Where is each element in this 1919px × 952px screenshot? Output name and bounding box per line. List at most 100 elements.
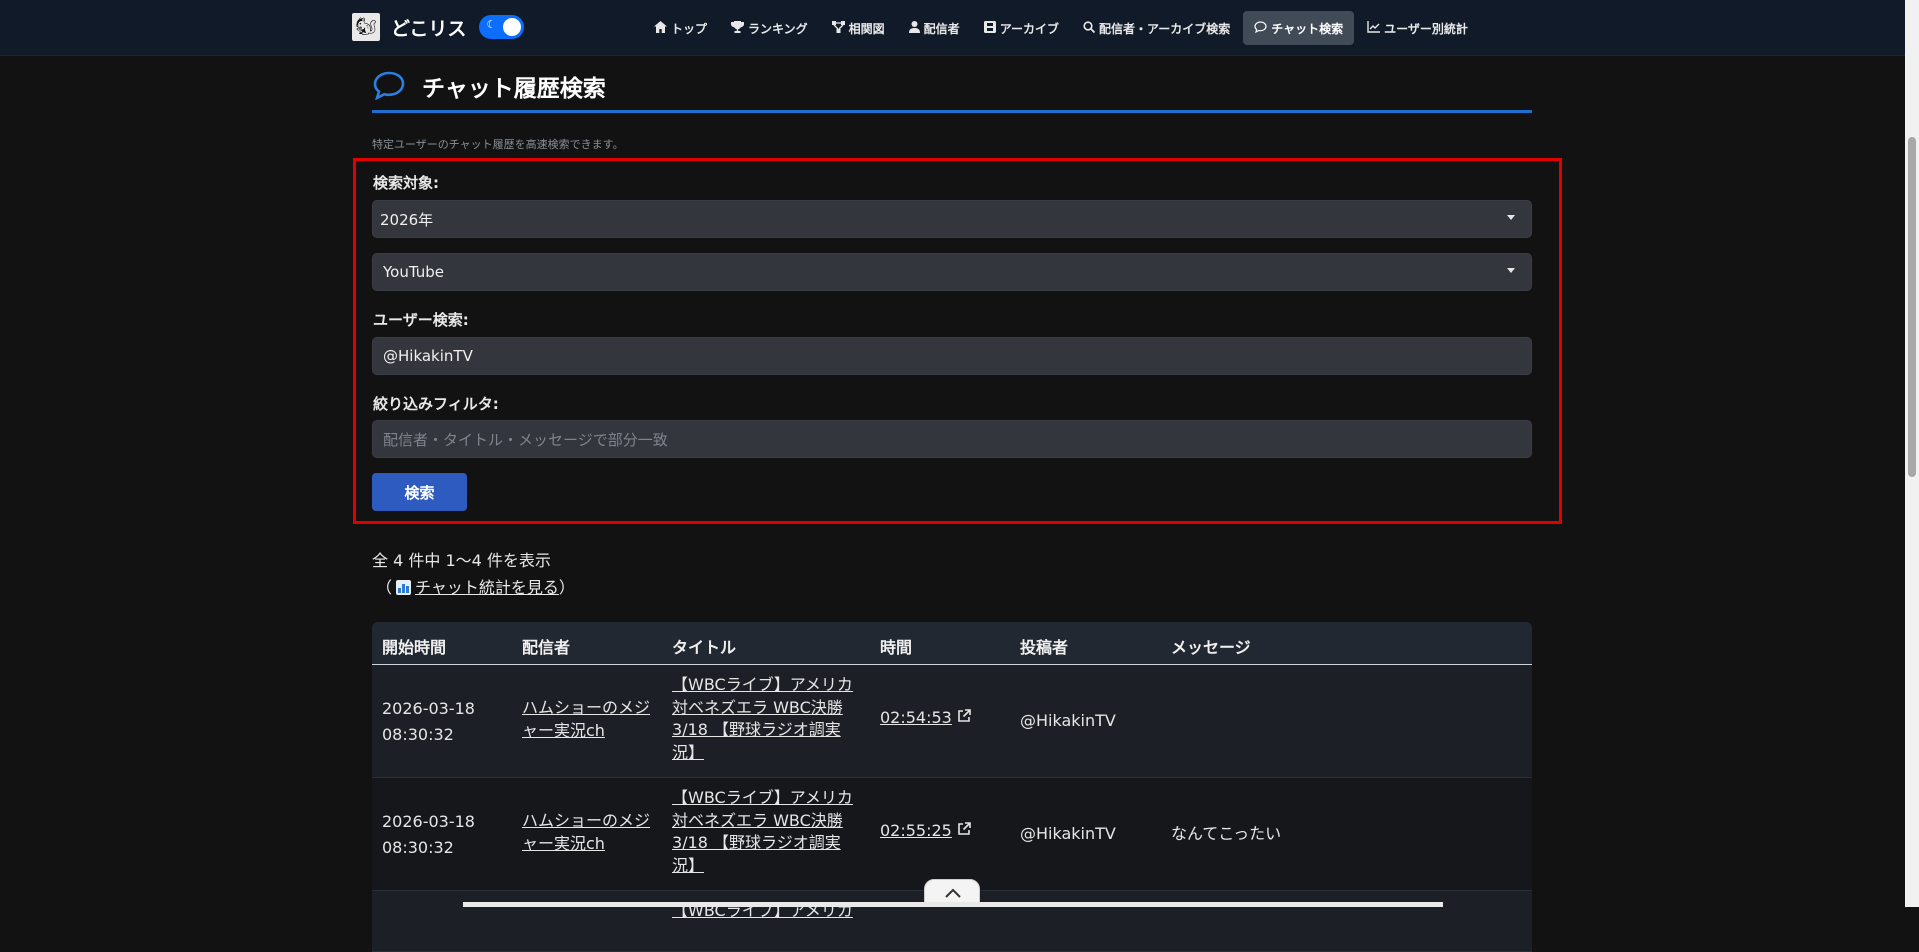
timestamp: 02:55:25 [880,821,952,840]
poster: @HikakinTV [1020,711,1116,730]
nav-item-label: アーカイブ [999,21,1059,36]
brand-name: どこリス [391,17,467,40]
page-title: チャット履歴検索 [422,76,606,102]
title-line: 況】 [672,742,705,762]
chevron-down-icon [1507,215,1515,220]
header-title: タイトル [672,638,737,657]
user-search-label: ユーザー検索: [373,311,469,329]
scrollbar-thumb[interactable] [1908,137,1916,477]
streamer-line: ャー実況ch [522,833,605,853]
nav-item-chat-search[interactable]: チャット検索 [1243,11,1355,45]
chevron-up-icon [945,888,961,898]
nav-item-label: 配信者・アーカイブ検索 [1098,21,1231,36]
filter-input[interactable]: 配信者・タイトル・メッセージで部分一致 [372,420,1532,458]
timestamp: 02:54:53 [880,708,952,727]
nav-item-diagram[interactable]: 相関図 [821,11,896,45]
chat-stats-link[interactable]: チャット統計を見る [415,578,559,597]
diagram-icon [831,20,845,36]
title-line: 対ベネズエラ WBC決勝 [672,697,843,717]
squirrel-logo-icon: 🐿 [352,13,380,41]
title-link[interactable]: 【WBCライブ】アメリカ 対ベネズエラ WBC決勝 3/18 【野球ラジオ調実 … [672,787,853,877]
nav-item-label: 配信者 [923,21,960,36]
external-link-icon [957,707,971,730]
streamer-line: ハムショーのメジ [522,811,651,830]
header-time: 時間 [880,638,913,657]
line-chart-icon [1367,20,1381,36]
header-poster: 投稿者 [1020,638,1069,657]
start-clock: 08:30:32 [382,725,454,744]
header-start-time: 開始時間 [382,638,447,657]
title-link[interactable]: 【WBCライブ】アメリカ 対ベネズエラ WBC決勝 3/18 【野球ラジオ調実 … [672,674,853,764]
table-row: 2026-03-18 08:30:32 ハムショーのメジ ャー実況ch 【WBC… [372,665,1532,778]
nav-item-label: 相関図 [848,21,885,36]
chat-bubble-icon [372,70,406,101]
start-clock: 08:30:32 [382,838,454,857]
paren-close: ） [558,578,575,597]
poster: @HikakinTV [1020,824,1116,843]
page-description: 特定ユーザーのチャット履歴を高速検索できます。 [372,138,624,151]
nav-item-user-stats[interactable]: ユーザー別統計 [1356,11,1479,45]
brand[interactable]: 🐿 どこリス ☾ [352,12,525,42]
chat-stats-link-line: （ チャット統計を見る） [376,574,575,598]
start-date: 2026-03-18 [382,812,475,831]
search-target-label: 検索対象: [373,174,439,192]
table-header: 開始時間 配信者 タイトル 時間 投稿者 メッセージ [372,622,1532,665]
theme-toggle[interactable]: ☾ [479,15,525,39]
user-search-input[interactable]: @HikakinTV [372,337,1532,375]
nav-item-ranking[interactable]: ランキング [720,11,819,45]
table-row: 2026-03-18 08:30:32 ハムショーのメジ ャー実況ch 【WBC… [372,778,1532,891]
start-time-cell: 2026-03-18 08:30:32 [382,809,475,861]
streamer-line: ハムショーのメジ [522,698,651,717]
streamer-link[interactable]: ハムショーのメジ ャー実況ch [522,697,650,742]
nav-item-streamers[interactable]: 配信者 [898,11,971,45]
search-button[interactable]: 検索 [372,473,467,511]
title-line: 3/18 【野球ラジオ調実 [672,720,841,739]
time-link[interactable]: 02:55:25 [880,820,971,843]
paren-open: （ [376,578,393,597]
filter-label: 絞り込みフィルタ: [373,395,499,413]
external-link-icon [957,820,971,843]
nav-item-label: チャット検索 [1271,21,1344,36]
moon-icon: ☾ [486,18,497,31]
title-line: 況】 [672,855,705,875]
film-icon [983,20,996,36]
person-icon [908,20,920,36]
nav-item-label: ランキング [748,21,808,36]
streamer-link[interactable]: ハムショーのメジ ャー実況ch [522,810,650,855]
streamer-line: ャー実況ch [522,720,605,740]
bottom-panel-edge [463,902,1443,907]
navbar: 🐿 どこリス ☾ トップ ランキング 相関図 配信者 アーカイブ 配信者・アーカ… [0,0,1905,56]
search-icon [1083,20,1096,36]
nav-item-label: トップ [671,21,708,36]
platform-select[interactable]: YouTube [372,253,1532,291]
header-streamer: 配信者 [522,638,571,657]
page-heading: チャット履歴検索 [372,66,1532,113]
trophy-icon [731,20,745,36]
home-icon [654,20,667,36]
title-line: 【WBCライブ】アメリカ [672,675,853,694]
nav-item-streamer-archive-search[interactable]: 配信者・アーカイブ検索 [1072,11,1241,45]
start-date: 2026-03-18 [382,699,475,718]
nav-item-label: ユーザー別統計 [1384,21,1468,36]
filter-placeholder: 配信者・タイトル・メッセージで部分一致 [383,430,668,449]
user-search-value: @HikakinTV [383,347,473,365]
message: なんてこったい [1171,824,1282,843]
nav-item-top[interactable]: トップ [643,11,718,45]
title-line: 【WBCライブ】アメリカ [672,788,853,807]
header-message: メッセージ [1171,638,1251,657]
chat-icon [1254,20,1267,36]
title-line: 3/18 【野球ラジオ調実 [672,833,841,852]
year-select-value: 2026年 [380,210,434,229]
start-time-cell: 2026-03-18 08:30:32 [382,696,475,748]
toggle-knob [503,18,522,36]
nav-item-archive[interactable]: アーカイブ [973,11,1070,45]
result-count: 全 4 件中 1〜4 件を表示 [372,551,551,570]
platform-select-value: YouTube [383,263,444,281]
title-line: 対ベネズエラ WBC決勝 [672,810,843,830]
page-scrollbar[interactable] [1905,0,1919,907]
chevron-down-icon [1507,268,1515,273]
year-select[interactable]: 2026年 [372,200,1532,238]
time-link[interactable]: 02:54:53 [880,707,971,730]
main-nav: トップ ランキング 相関図 配信者 アーカイブ 配信者・アーカイブ検索 チャット… [643,11,1481,45]
bar-chart-icon [396,580,412,595]
